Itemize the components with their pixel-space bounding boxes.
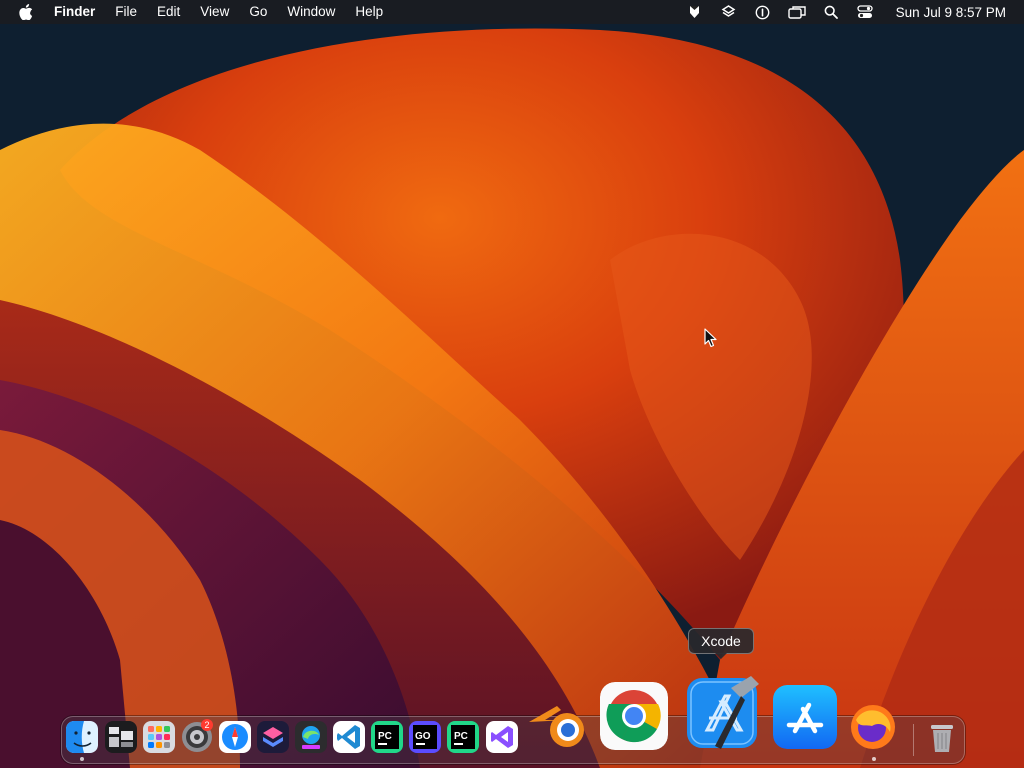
dock-finder-icon[interactable] — [66, 721, 98, 753]
dock-vscode-icon[interactable] — [333, 721, 365, 753]
menu-help[interactable]: Help — [345, 0, 393, 24]
svg-text:PC: PC — [378, 731, 392, 742]
dock-chrome-icon[interactable] — [600, 682, 668, 750]
control-center-icon[interactable] — [854, 0, 876, 24]
desktop-wallpaper — [0, 0, 1024, 768]
menubar-clock[interactable]: Sun Jul 9 8:57 PM — [896, 5, 1006, 20]
search-icon[interactable] — [820, 0, 842, 24]
dock-edge-preview-icon[interactable] — [295, 721, 327, 753]
svg-text:PC: PC — [454, 731, 468, 742]
dock-pycharm-ce-icon[interactable]: PC — [447, 721, 479, 753]
menu-view[interactable]: View — [190, 0, 239, 24]
dropbox-icon[interactable] — [684, 0, 706, 24]
accessibility-icon[interactable] — [752, 0, 774, 24]
menu-window[interactable]: Window — [277, 0, 345, 24]
dock-launchpad-icon[interactable] — [143, 721, 175, 753]
dock-safari-icon[interactable] — [219, 721, 251, 753]
dock-tooltip-arrow — [715, 653, 727, 659]
menu-go[interactable]: Go — [239, 0, 277, 24]
dock-shortcuts-icon[interactable] — [257, 721, 289, 753]
dock-tooltip: Xcode — [688, 628, 754, 654]
dock-activity-monitor-icon[interactable] — [105, 721, 137, 753]
dock-goland-icon[interactable]: GO — [409, 721, 441, 753]
screens-icon[interactable] — [786, 0, 808, 24]
dock-xcode-icon[interactable] — [685, 672, 767, 750]
svg-text:GO: GO — [415, 731, 431, 742]
mouse-cursor-icon — [704, 328, 717, 348]
dock-pycharm-icon[interactable]: PC — [371, 721, 403, 753]
dock-blender-icon[interactable] — [527, 700, 589, 750]
apple-logo-icon[interactable] — [18, 4, 34, 20]
dock-separator — [913, 724, 914, 756]
dock-app-store-icon[interactable] — [773, 685, 837, 749]
menu-edit[interactable]: Edit — [147, 0, 190, 24]
dock-running-indicator — [80, 757, 84, 761]
layers-icon[interactable] — [718, 0, 740, 24]
menu-app-name[interactable]: Finder — [48, 0, 105, 24]
dock-trash-icon[interactable] — [926, 720, 958, 754]
dock-firefox-icon[interactable] — [850, 704, 896, 750]
menu-file[interactable]: File — [105, 0, 147, 24]
menu-bar: Finder File Edit View Go Window Help Sun… — [0, 0, 1024, 24]
dock-running-indicator — [872, 757, 876, 761]
settings-badge: 2 — [201, 719, 213, 731]
dock-visual-studio-icon[interactable] — [486, 721, 518, 753]
